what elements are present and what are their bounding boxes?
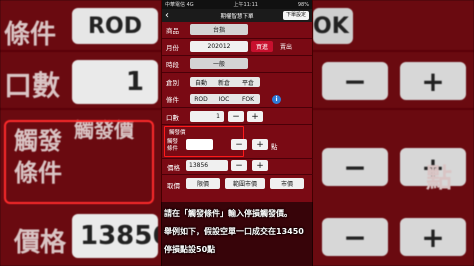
bg-plus-button: + bbox=[400, 62, 466, 100]
trigger-point-suffix: 點 bbox=[271, 143, 278, 151]
bg-minus-button-2: − bbox=[322, 148, 388, 186]
bg-ok-box: OK bbox=[313, 8, 353, 44]
annotation-line-1: 請在「觸發條件」輸入停損觸發價。 bbox=[164, 209, 292, 218]
divider bbox=[161, 174, 313, 175]
price-minus-button[interactable]: − bbox=[231, 160, 247, 171]
divider bbox=[161, 158, 313, 159]
bg-lots-box: 1 bbox=[72, 60, 158, 104]
market-price-button[interactable]: 市價 bbox=[270, 178, 304, 189]
bg-rod-box: ROD bbox=[72, 8, 158, 44]
annotation-line-2: 舉例如下，假設空單一口成交在13450 bbox=[164, 227, 304, 236]
bg-minus-button-3: − bbox=[322, 218, 388, 256]
bg-price-label: 價格 bbox=[14, 228, 67, 258]
bg-trigger-highlight bbox=[4, 120, 154, 204]
price-plus-button[interactable]: + bbox=[252, 160, 268, 171]
trigger-minus-button[interactable]: − bbox=[231, 139, 247, 150]
trigger-price-label: 觸發價 bbox=[169, 130, 186, 136]
bg-minus-button: − bbox=[322, 62, 388, 100]
annotation-line-3: 停損點設50點 bbox=[164, 245, 216, 254]
limit-price-button[interactable]: 限價 bbox=[186, 178, 220, 189]
price-input[interactable]: 13856 bbox=[186, 160, 228, 171]
bg-conditions-label: 條件 bbox=[4, 20, 57, 50]
price-type-label: 取價 bbox=[167, 182, 180, 190]
bg-point-suffix: 點 bbox=[426, 164, 453, 194]
trigger-price-input[interactable] bbox=[186, 139, 213, 150]
range-market-button[interactable]: 範圍市價 bbox=[225, 178, 265, 189]
bg-lots-label: 口數 bbox=[4, 69, 61, 102]
trigger-plus-button[interactable]: + bbox=[252, 139, 268, 150]
bg-plus-button-3: + bbox=[400, 218, 466, 256]
bg-price-box: 13856 bbox=[72, 214, 158, 258]
price-label: 價格 bbox=[167, 164, 180, 172]
trigger-cond-label-b: 條件 bbox=[167, 146, 179, 152]
